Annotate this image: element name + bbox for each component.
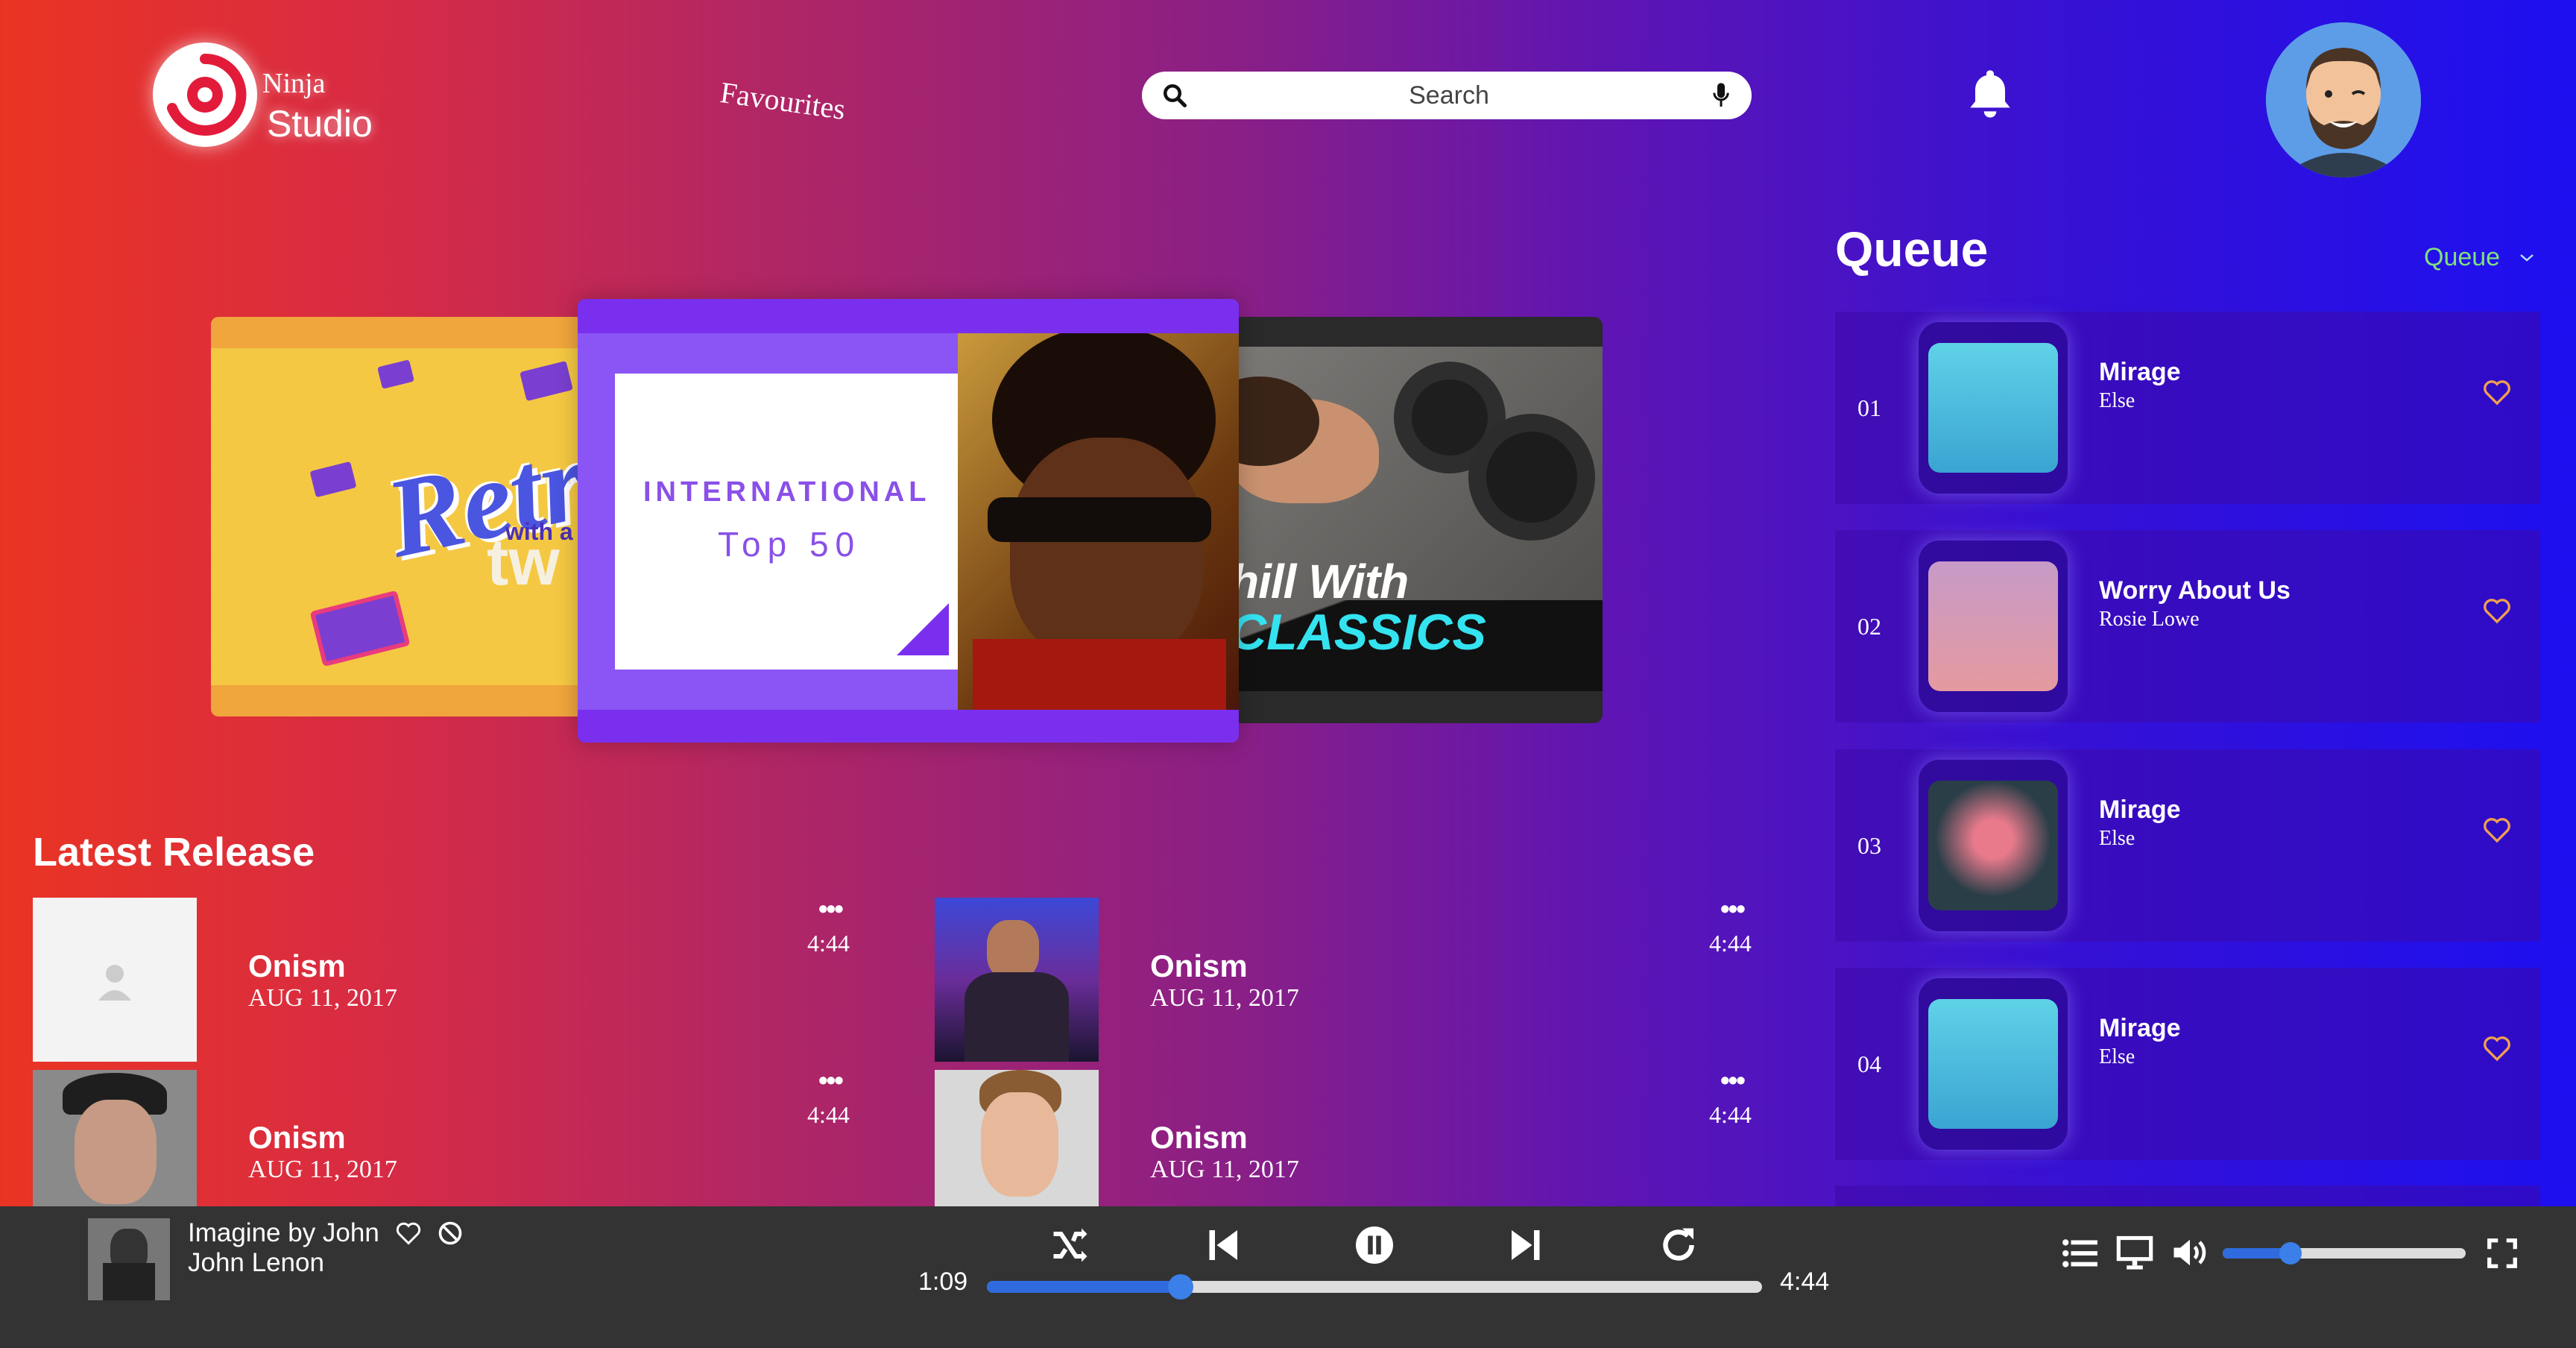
card-retro-subtitle2: tw <box>487 525 560 599</box>
nav-favourites[interactable]: Favourites <box>718 75 847 127</box>
heart-icon[interactable] <box>2482 815 2512 845</box>
microphone-icon[interactable] <box>1710 81 1732 110</box>
logo-text-ninja: Ninja <box>262 68 326 99</box>
more-icon[interactable]: ••• <box>818 1065 844 1096</box>
queue-item-title: Mirage <box>2099 358 2181 386</box>
release-cover-placeholder[interactable] <box>33 898 197 1062</box>
queue-item-title: Mirage <box>2099 796 2181 824</box>
release-name[interactable]: Onism <box>248 1120 346 1156</box>
search-bar[interactable] <box>1142 72 1752 119</box>
queue-item-art <box>1919 760 2068 931</box>
more-icon[interactable]: ••• <box>1720 1065 1746 1096</box>
queue-item[interactable]: 04 Mirage Else <box>1835 968 2540 1160</box>
release-duration: 4:44 <box>807 930 850 957</box>
queue-item-number: 02 <box>1857 612 1881 640</box>
queue-item-number: 04 <box>1857 1050 1881 1077</box>
queue-item[interactable]: 01 Mirage Else <box>1835 312 2540 504</box>
more-icon[interactable]: ••• <box>818 893 844 925</box>
next-icon[interactable] <box>1504 1223 1549 1267</box>
total-time: 4:44 <box>1780 1267 1830 1296</box>
screen-icon[interactable] <box>2115 1233 2154 1272</box>
heart-icon[interactable] <box>2482 1033 2512 1063</box>
playlist-card-classics[interactable]: hill With CLASSICS <box>1215 317 1603 723</box>
fullscreen-icon[interactable] <box>2485 1236 2519 1270</box>
queue-item-art <box>1919 322 2068 494</box>
heart-icon[interactable] <box>2482 377 2512 407</box>
release-date: AUG 11, 2017 <box>1150 984 1299 1012</box>
release-date: AUG 11, 2017 <box>1150 1156 1299 1183</box>
queue-item-title: Mirage <box>2099 1014 2181 1042</box>
heart-icon[interactable] <box>2482 596 2512 626</box>
block-icon[interactable] <box>437 1220 464 1247</box>
chevron-down-icon <box>2520 253 2534 262</box>
elapsed-time: 1:09 <box>918 1267 968 1296</box>
now-playing-title[interactable]: Imagine by John <box>188 1218 379 1248</box>
card-international-subtitle: Top 50 <box>718 525 862 564</box>
more-icon[interactable]: ••• <box>1720 893 1746 925</box>
search-icon[interactable] <box>1161 82 1188 109</box>
queue-item-art <box>1919 978 2068 1150</box>
queue-item-art <box>1919 541 2068 712</box>
search-input[interactable] <box>1188 81 1710 110</box>
bell-icon[interactable] <box>1960 64 2020 124</box>
heart-icon[interactable] <box>395 1220 422 1247</box>
queue-item[interactable]: 02 Worry About Us Rosie Lowe <box>1835 530 2540 722</box>
release-duration: 4:44 <box>807 1101 850 1128</box>
queue-selector-label: Queue <box>2424 243 2501 271</box>
queue-title: Queue <box>1835 221 1989 277</box>
now-playing-artist[interactable]: John Lenon <box>188 1248 324 1278</box>
queue-item-artist: Rosie Lowe <box>2099 608 2200 631</box>
playlist-card-retro[interactable]: Retr with a tw <box>211 317 595 716</box>
queue-selector[interactable]: Queue <box>2424 243 2536 272</box>
progress-handle[interactable] <box>1168 1274 1193 1300</box>
now-playing-art[interactable] <box>88 1218 170 1300</box>
release-cover[interactable] <box>935 1070 1099 1206</box>
logo-text-studio: Studio <box>267 103 373 145</box>
queue-item-artist: Else <box>2099 389 2135 412</box>
queue-item-artist: Else <box>2099 827 2135 850</box>
user-avatar[interactable] <box>2266 22 2421 177</box>
release-name[interactable]: Onism <box>1150 948 1248 984</box>
previous-icon[interactable] <box>1200 1223 1245 1267</box>
queue-item-title: Worry About Us <box>2099 576 2291 605</box>
queue-item-number: 03 <box>1857 831 1881 859</box>
card-classics-title-top: hill With <box>1230 555 1409 608</box>
playlist-card-international[interactable]: INTERNATIONAL Top 50 <box>578 299 1239 743</box>
progress-fill <box>987 1281 1181 1293</box>
release-name[interactable]: Onism <box>1150 1120 1248 1156</box>
player-bar: Imagine by John John Lenon 1:09 4:44 <box>0 1206 2576 1348</box>
progress-slider[interactable] <box>987 1274 1762 1300</box>
latest-release-title: Latest Release <box>33 830 315 875</box>
release-duration: 4:44 <box>1709 930 1752 957</box>
queue-item-artist: Else <box>2099 1045 2135 1068</box>
queue-item[interactable]: 03 Mirage Else <box>1835 749 2540 942</box>
queue-list-icon[interactable] <box>2062 1236 2099 1270</box>
pause-icon[interactable] <box>1352 1223 1397 1267</box>
queue-item-number: 01 <box>1857 394 1881 421</box>
volume-handle[interactable] <box>2279 1242 2302 1264</box>
release-duration: 4:44 <box>1709 1101 1752 1128</box>
volume-slider[interactable] <box>2223 1242 2466 1264</box>
release-date: AUG 11, 2017 <box>248 1156 397 1183</box>
release-cover[interactable] <box>935 898 1099 1062</box>
volume-icon[interactable] <box>2169 1233 2211 1272</box>
shuffle-icon[interactable] <box>1048 1223 1093 1267</box>
card-classics-title-bottom: CLASSICS <box>1230 604 1486 661</box>
release-name[interactable]: Onism <box>248 948 346 984</box>
logo-mark <box>154 44 256 145</box>
release-cover[interactable] <box>33 1070 197 1206</box>
repeat-icon[interactable] <box>1656 1223 1701 1267</box>
release-date: AUG 11, 2017 <box>248 984 397 1012</box>
queue-item-partial[interactable] <box>1835 1185 2540 1206</box>
card-international-title: INTERNATIONAL <box>643 476 931 508</box>
user-placeholder-icon <box>98 965 131 1001</box>
